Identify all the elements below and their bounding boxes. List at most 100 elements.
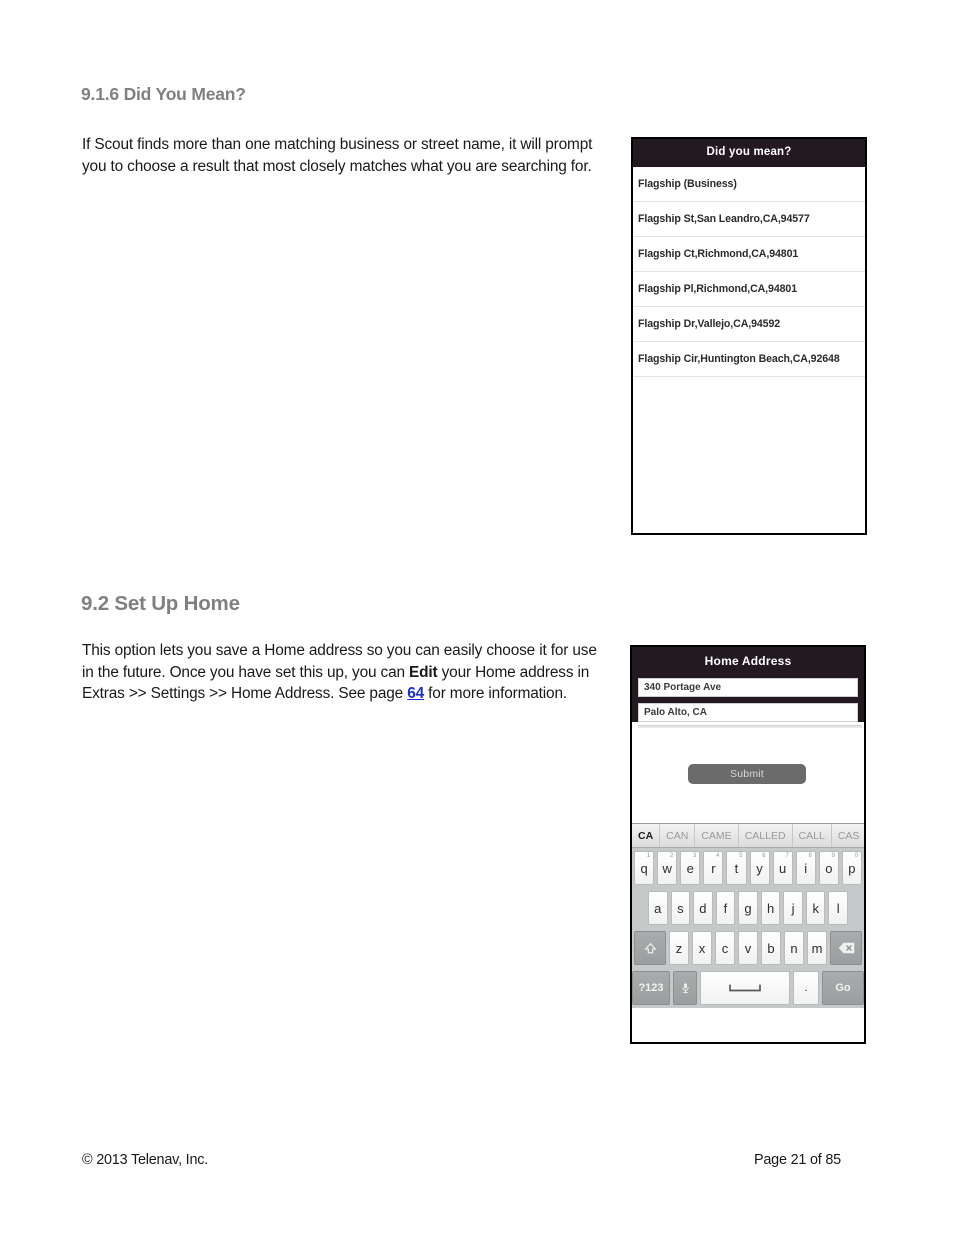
on-screen-keyboard: CACANCAMECALLEDCALLCAS... 1q2w3e4r5t6y7u… xyxy=(632,823,864,1008)
street-address-input[interactable]: 340 Portage Ave xyxy=(638,678,858,697)
space-key[interactable] xyxy=(700,971,790,1005)
key-o[interactable]: 9o xyxy=(818,851,839,885)
key-g[interactable]: g xyxy=(738,891,758,925)
document-page: 9.1.6 Did You Mean? If Scout finds more … xyxy=(0,0,954,1235)
key-number-hint: 6 xyxy=(762,853,766,859)
key-label: k xyxy=(812,900,819,916)
backspace-icon[interactable] xyxy=(830,931,862,965)
go-key[interactable]: Go xyxy=(822,971,864,1005)
key-x[interactable]: x xyxy=(692,931,712,965)
key-label: l xyxy=(836,900,840,916)
key-number-hint: 3 xyxy=(692,853,697,859)
did-you-mean-result-item[interactable]: Flagship Cir,Huntington Beach,CA,92648 xyxy=(633,342,865,377)
key-label: s xyxy=(677,900,684,916)
keyboard-suggestion[interactable]: CALL xyxy=(793,824,832,847)
keyboard-suggestion[interactable]: CAN xyxy=(660,824,696,847)
keyboard-suggestion[interactable]: CAS xyxy=(832,824,864,847)
section-heading-9-1-6: 9.1.6 Did You Mean? xyxy=(81,84,246,104)
key-label: w xyxy=(662,860,672,876)
key-n[interactable]: n xyxy=(784,931,804,965)
section-paragraph-9-2: This option lets you save a Home address… xyxy=(82,640,612,705)
microphone-icon[interactable] xyxy=(673,971,697,1005)
keyboard-row-1: 1q2w3e4r5t6y7u8i9o0p xyxy=(632,848,864,888)
section-paragraph-9-1-6: If Scout finds more than one matching bu… xyxy=(82,136,593,175)
key-label: y xyxy=(756,860,763,876)
key-w[interactable]: 2w xyxy=(657,851,678,885)
paragraph-bold-edit: Edit xyxy=(409,663,438,681)
did-you-mean-result-list: Flagship (Business) Flagship St,San Leand… xyxy=(633,167,865,377)
key-label: d xyxy=(699,900,707,916)
keyboard-suggestion[interactable]: CALLED xyxy=(739,824,793,847)
key-d[interactable]: d xyxy=(693,891,713,925)
submit-button[interactable]: Submit xyxy=(688,764,806,784)
city-state-input[interactable]: Palo Alto, CA xyxy=(638,703,858,722)
key-a[interactable]: a xyxy=(647,891,668,925)
key-number-hint: 9 xyxy=(831,853,835,859)
key-i[interactable]: 8i xyxy=(795,851,816,885)
key-y[interactable]: 6y xyxy=(749,851,770,885)
footer-page-number: Page 21 of 85 xyxy=(753,1152,841,1168)
key-label: b xyxy=(767,940,775,956)
period-key[interactable]: . xyxy=(793,971,819,1005)
key-c[interactable]: c xyxy=(715,931,735,965)
key-label: c xyxy=(721,940,729,956)
key-number-hint: 4 xyxy=(716,853,720,859)
page-reference-link[interactable]: 64 xyxy=(407,685,424,702)
section-heading-9-2: 9.2 Set Up Home xyxy=(81,592,240,615)
key-m[interactable]: m xyxy=(807,931,827,965)
key-label: j xyxy=(791,900,795,916)
key-label: g xyxy=(744,900,752,916)
key-label: h xyxy=(766,900,775,916)
key-label: v xyxy=(744,940,752,956)
did-you-mean-result-item[interactable]: Flagship St,San Leandro,CA,94577 xyxy=(633,202,865,237)
key-label: m xyxy=(811,940,823,956)
did-you-mean-result-item[interactable]: Flagship Ct,Richmond,CA,94801 xyxy=(633,237,865,272)
key-k[interactable]: k xyxy=(805,891,826,925)
key-l[interactable]: l xyxy=(828,891,849,925)
key-label: f xyxy=(723,900,728,916)
key-q[interactable]: 1q xyxy=(634,851,655,885)
screenshot-did-you-mean: Did you mean? Flagship (Business) Flagshi… xyxy=(631,137,867,535)
keyboard-suggestion[interactable]: CAME xyxy=(695,824,739,847)
footer-copyright: © 2013 Telenav, Inc. xyxy=(82,1152,209,1168)
did-you-mean-title-bar: Did you mean? xyxy=(633,139,865,167)
key-number-hint: 0 xyxy=(854,853,858,859)
key-label: a xyxy=(654,900,662,916)
key-label: u xyxy=(779,860,787,876)
key-z[interactable]: z xyxy=(669,931,689,965)
paragraph-text-part-3: for more information. xyxy=(424,685,567,702)
key-label: p xyxy=(848,860,856,876)
key-h[interactable]: h xyxy=(760,891,781,925)
key-t[interactable]: 5t xyxy=(726,851,747,885)
key-label: q xyxy=(640,860,648,876)
key-label: z xyxy=(675,940,683,956)
keyboard-suggestion[interactable]: CA xyxy=(632,824,661,847)
key-f[interactable]: f xyxy=(715,891,736,925)
did-you-mean-result-item[interactable]: Flagship Pl,Richmond,CA,94801 xyxy=(633,272,865,307)
did-you-mean-result-item[interactable]: Flagship (Business) xyxy=(633,167,865,202)
key-label: x xyxy=(698,940,706,956)
key-label: o xyxy=(825,860,833,876)
key-label: e xyxy=(686,860,694,876)
key-number-hint: 1 xyxy=(646,853,651,859)
key-label: n xyxy=(790,940,798,956)
shift-icon[interactable] xyxy=(634,931,666,965)
key-number-hint: 8 xyxy=(808,853,812,859)
key-u[interactable]: 7u xyxy=(772,851,793,885)
key-p[interactable]: 0p xyxy=(841,851,862,885)
key-r[interactable]: 4r xyxy=(703,851,724,885)
key-e[interactable]: 3e xyxy=(680,851,701,885)
home-address-form: 340 Portage Ave Palo Alto, CA PALO ALTO,… xyxy=(632,674,864,746)
key-number-hint: 2 xyxy=(669,853,674,859)
key-s[interactable]: s xyxy=(670,891,691,925)
symbols-key[interactable]: ?123 xyxy=(632,971,670,1005)
keyboard-row-4: ?123 . Go xyxy=(632,968,864,1008)
key-b[interactable]: b xyxy=(761,931,781,965)
key-j[interactable]: j xyxy=(783,891,803,925)
key-label: r xyxy=(711,860,716,876)
key-v[interactable]: v xyxy=(738,931,758,965)
key-number-hint: 5 xyxy=(739,853,743,859)
key-label: t xyxy=(734,860,739,876)
did-you-mean-result-item[interactable]: Flagship Dr,Vallejo,CA,94592 xyxy=(633,307,865,342)
keyboard-suggestion-bar: CACANCAMECALLEDCALLCAS... xyxy=(632,824,864,848)
